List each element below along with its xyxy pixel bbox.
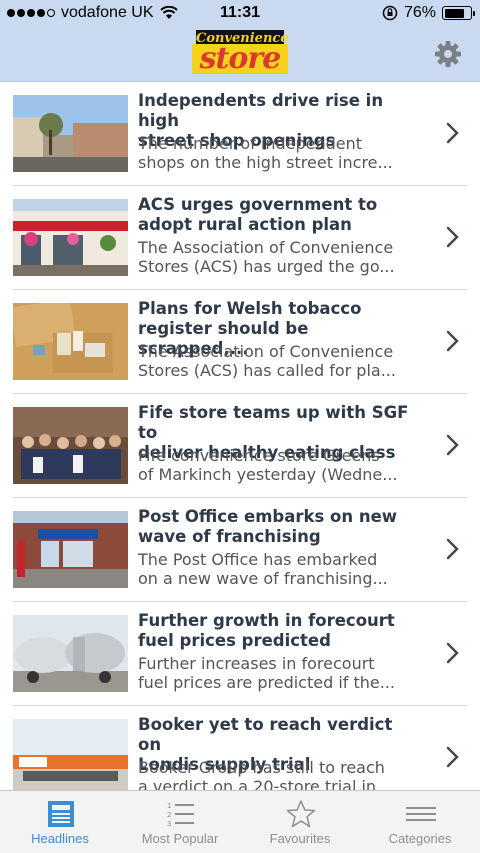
app-logo: Convenience store bbox=[192, 30, 289, 74]
gear-icon[interactable] bbox=[434, 40, 462, 68]
article-thumbnail bbox=[13, 511, 128, 588]
article-summary: The Association of Convenience Stores (A… bbox=[138, 238, 395, 276]
tab-label: Most Popular bbox=[141, 831, 219, 846]
chevron-right-icon bbox=[446, 122, 459, 144]
battery-icon bbox=[442, 6, 475, 20]
article-title: Further growth in forecourt fuel prices … bbox=[138, 611, 395, 650]
article-thumbnail bbox=[13, 199, 128, 276]
tab-bar: Headlines 1 2 3 Most Popular Favourites … bbox=[0, 790, 480, 853]
article-title: ACS urges government to adopt rural acti… bbox=[138, 195, 378, 234]
article-title: Post Office embarks on new wave of franc… bbox=[138, 507, 398, 546]
article-summary: The number of independent shops on the h… bbox=[138, 134, 393, 172]
article-thumbnail bbox=[13, 615, 128, 692]
status-right: 76% bbox=[382, 4, 475, 22]
chevron-right-icon bbox=[446, 330, 459, 352]
article-thumbnail bbox=[13, 95, 128, 172]
article-thumbnail bbox=[13, 407, 128, 484]
logo-line2: store bbox=[192, 44, 288, 74]
svg-text:1: 1 bbox=[167, 802, 171, 810]
menu-lines-icon bbox=[406, 807, 436, 821]
article-row[interactable]: ACS urges government to adopt rural acti… bbox=[0, 186, 480, 290]
article-summary: Fife convenience store Greens of Markinc… bbox=[138, 446, 398, 484]
chevron-right-icon bbox=[446, 226, 459, 248]
article-row[interactable]: Fife store teams up with SGF to deliver … bbox=[0, 394, 480, 498]
chevron-right-icon bbox=[446, 642, 459, 664]
article-summary: The Post Office has embarked on a new wa… bbox=[138, 550, 388, 588]
article-row[interactable]: Post Office embarks on new wave of franc… bbox=[0, 498, 480, 602]
svg-text:3: 3 bbox=[167, 820, 171, 828]
chevron-right-icon bbox=[446, 746, 459, 768]
tab-label: Favourites bbox=[269, 831, 331, 846]
article-summary: The Association of Convenience Stores (A… bbox=[138, 342, 396, 380]
tab-headlines[interactable]: Headlines bbox=[0, 791, 120, 853]
chevron-right-icon bbox=[446, 434, 459, 456]
article-summary: Further increases in forecourt fuel pric… bbox=[138, 654, 396, 692]
tab-label: Categories bbox=[388, 831, 452, 846]
article-row[interactable]: Independents drive rise in high street s… bbox=[0, 82, 480, 186]
battery-percent: 76% bbox=[403, 4, 436, 21]
article-row[interactable]: Plans for Welsh tobacco register should … bbox=[0, 290, 480, 394]
orientation-lock-icon bbox=[382, 5, 398, 21]
status-bar: vodafone UK 11:31 76% bbox=[0, 0, 480, 28]
newspaper-icon bbox=[48, 801, 74, 827]
svg-text:2: 2 bbox=[167, 811, 171, 819]
numbered-list-icon: 1 2 3 bbox=[167, 802, 194, 828]
tab-categories[interactable]: Categories bbox=[360, 791, 480, 853]
tab-most-popular[interactable]: 1 2 3 Most Popular bbox=[120, 791, 240, 853]
article-thumbnail bbox=[13, 303, 128, 380]
article-row[interactable]: Further growth in forecourt fuel prices … bbox=[0, 602, 480, 706]
tab-label: Headlines bbox=[31, 831, 89, 846]
navigation-bar: vodafone UK 11:31 76% Convenience store bbox=[0, 0, 480, 82]
star-icon bbox=[286, 800, 316, 828]
chevron-right-icon bbox=[446, 538, 459, 560]
tab-favourites[interactable]: Favourites bbox=[240, 791, 360, 853]
article-thumbnail bbox=[13, 719, 128, 796]
